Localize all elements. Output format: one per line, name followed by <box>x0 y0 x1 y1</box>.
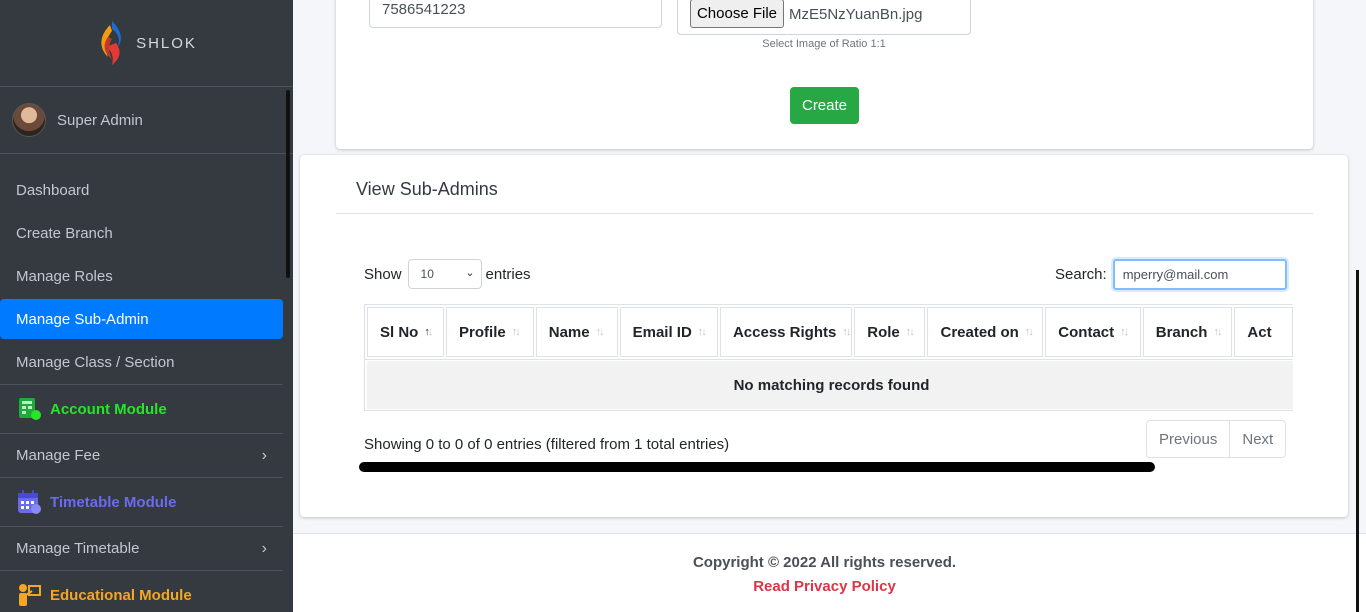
calendar-icon <box>16 489 42 515</box>
sub-admins-table: Sl No ↑↓ Profile ↑↓ Name ↑↓ Email ID ↑↓ Acce… <box>364 304 1293 411</box>
sort-icon: ↑↓ <box>905 326 915 338</box>
sidebar: SHLOK Super Admin Dashboard Create Branc… <box>0 0 293 612</box>
module-label: Educational Module <box>50 586 192 604</box>
sort-icon: ↑↓ <box>511 326 521 338</box>
create-button[interactable]: Create <box>790 87 859 124</box>
column-header-access-rights[interactable]: Access Rights ↑↓ <box>719 307 853 357</box>
copyright-text: Copyright © 2022 All rights reserved. <box>692 554 957 571</box>
sidebar-item-manage-timetable[interactable]: Manage Timetable › <box>0 527 283 570</box>
create-sub-admin-card: 7586541223 Choose File MzE5NzYuanBn.jpg … <box>336 0 1313 149</box>
empty-table-message: No matching records found <box>367 361 1293 409</box>
column-label: Name <box>548 323 590 341</box>
sort-icon: ↑↓ <box>697 326 707 338</box>
length-control: Show 10 ⌄ entries <box>364 259 531 289</box>
profile-image-file-input[interactable]: Choose File MzE5NzYuanBn.jpg <box>677 0 971 35</box>
sub-admins-card: View Sub-Admins Show 10 ⌄ entries Search… <box>300 155 1348 517</box>
column-header-sl-no[interactable]: Sl No ↑↓ <box>367 307 445 357</box>
sidebar-item-label: Dashboard <box>16 182 90 199</box>
column-label: Role <box>867 323 900 341</box>
sidebar-item-manage-roles[interactable]: Manage Roles <box>0 255 283 298</box>
previous-button[interactable]: Previous <box>1147 421 1230 457</box>
show-label: Show <box>364 265 402 283</box>
sort-icon: ↑↓ <box>1213 326 1222 338</box>
user-name[interactable]: Super Admin <box>57 112 143 129</box>
column-label: Contact <box>1058 323 1115 341</box>
sidebar-item-create-branch[interactable]: Create Branch <box>0 212 283 255</box>
column-header-profile[interactable]: Profile ↑↓ <box>446 307 534 357</box>
user-panel[interactable]: Super Admin <box>0 87 293 154</box>
column-header-branch[interactable]: Branch ↑↓ <box>1142 307 1233 357</box>
table-horizontal-scrollbar[interactable] <box>359 462 1155 472</box>
next-button[interactable]: Next <box>1229 421 1286 457</box>
pagination: Previous Next <box>1146 420 1287 458</box>
file-hint: Select Image of Ratio 1:1 <box>762 38 886 50</box>
module-label: Timetable Module <box>50 493 177 511</box>
search-label: Search: <box>1055 266 1107 283</box>
sidebar-item-label: Manage Timetable <box>16 540 140 557</box>
sidebar-item-label: Manage Roles <box>16 268 113 285</box>
column-header-name[interactable]: Name ↑↓ <box>535 307 618 357</box>
column-header-role[interactable]: Role ↑↓ <box>854 307 926 357</box>
sidebar-item-manage-sub-admin[interactable]: Manage Sub-Admin <box>0 299 283 339</box>
sort-icon: ↑↓ <box>1120 326 1129 338</box>
chevron-right-icon: › <box>261 539 267 557</box>
column-header-action[interactable]: Act <box>1234 307 1293 357</box>
sidebar-scrollbar[interactable] <box>286 90 290 278</box>
brand-logo-icon <box>101 21 121 65</box>
sidebar-item-label: Manage Sub-Admin <box>16 310 149 328</box>
sort-icon: ↑↓ <box>595 326 605 338</box>
page-size-value: 10 <box>420 267 434 281</box>
column-label: Email ID <box>632 323 692 341</box>
brand-link[interactable]: SHLOK <box>0 0 293 87</box>
file-name: MzE5NzYuanBn.jpg <box>789 6 923 23</box>
footer: Copyright © 2022 All rights reserved. Re… <box>293 533 1366 612</box>
account-module-icon <box>16 396 42 422</box>
chevron-down-icon: ⌄ <box>465 267 475 279</box>
table-info: Showing 0 to 0 of 0 entries (filtered fr… <box>364 436 730 453</box>
table-header: Sl No ↑↓ Profile ↑↓ Name ↑↓ Email ID ↑↓ Acce… <box>365 305 1293 360</box>
sidebar-item-manage-fee[interactable]: Manage Fee › <box>0 434 283 477</box>
choose-file-button[interactable]: Choose File <box>690 0 784 28</box>
privacy-policy-link[interactable]: Read Privacy Policy <box>293 578 1356 595</box>
page-scrollbar[interactable] <box>1356 270 1359 612</box>
sidebar-nav: Dashboard Create Branch Manage Roles Man… <box>0 154 293 612</box>
sort-icon: ↑↓ <box>842 326 851 338</box>
sidebar-item-label: Create Branch <box>16 225 113 242</box>
contact-input[interactable]: 7586541223 <box>369 0 662 28</box>
sort-asc-icon: ↑↓ <box>424 326 433 338</box>
column-label: Profile <box>459 323 506 341</box>
teacher-icon <box>16 582 42 608</box>
sidebar-module-timetable: Timetable Module <box>0 477 283 527</box>
column-header-contact[interactable]: Contact ↑↓ <box>1045 307 1141 357</box>
sidebar-item-label: Manage Class / Section <box>16 354 175 371</box>
column-label: Act <box>1247 323 1272 341</box>
module-label: Account Module <box>50 400 167 418</box>
sidebar-item-manage-class-section[interactable]: Manage Class / Section <box>0 341 283 384</box>
avatar <box>12 103 46 137</box>
column-label: Sl No <box>380 323 419 341</box>
sidebar-module-educational: Educational Module <box>0 570 283 612</box>
column-label: Access Rights <box>732 323 837 341</box>
page-size-select[interactable]: 10 ⌄ <box>407 259 482 289</box>
search-input[interactable]: mperry@mail.com <box>1112 259 1287 290</box>
chevron-right-icon: › <box>261 446 267 464</box>
sidebar-item-label: Manage Fee <box>16 447 101 464</box>
column-header-email-id[interactable]: Email ID ↑↓ <box>619 307 718 357</box>
column-label: Branch <box>1155 323 1208 341</box>
main-content: 7586541223 Choose File MzE5NzYuanBn.jpg … <box>293 0 1366 612</box>
card-title: View Sub-Admins <box>356 179 498 199</box>
sort-icon: ↑↓ <box>1024 326 1034 338</box>
sidebar-item-dashboard[interactable]: Dashboard <box>0 169 283 212</box>
card-header: View Sub-Admins <box>336 155 1313 214</box>
search-control: Search: mperry@mail.com <box>1055 259 1287 290</box>
sidebar-module-account: Account Module <box>0 384 283 434</box>
entries-label: entries <box>485 265 531 283</box>
column-label: Created on <box>940 323 1019 341</box>
column-header-created-on[interactable]: Created on ↑↓ <box>927 307 1044 357</box>
brand-name: SHLOK <box>136 34 197 52</box>
